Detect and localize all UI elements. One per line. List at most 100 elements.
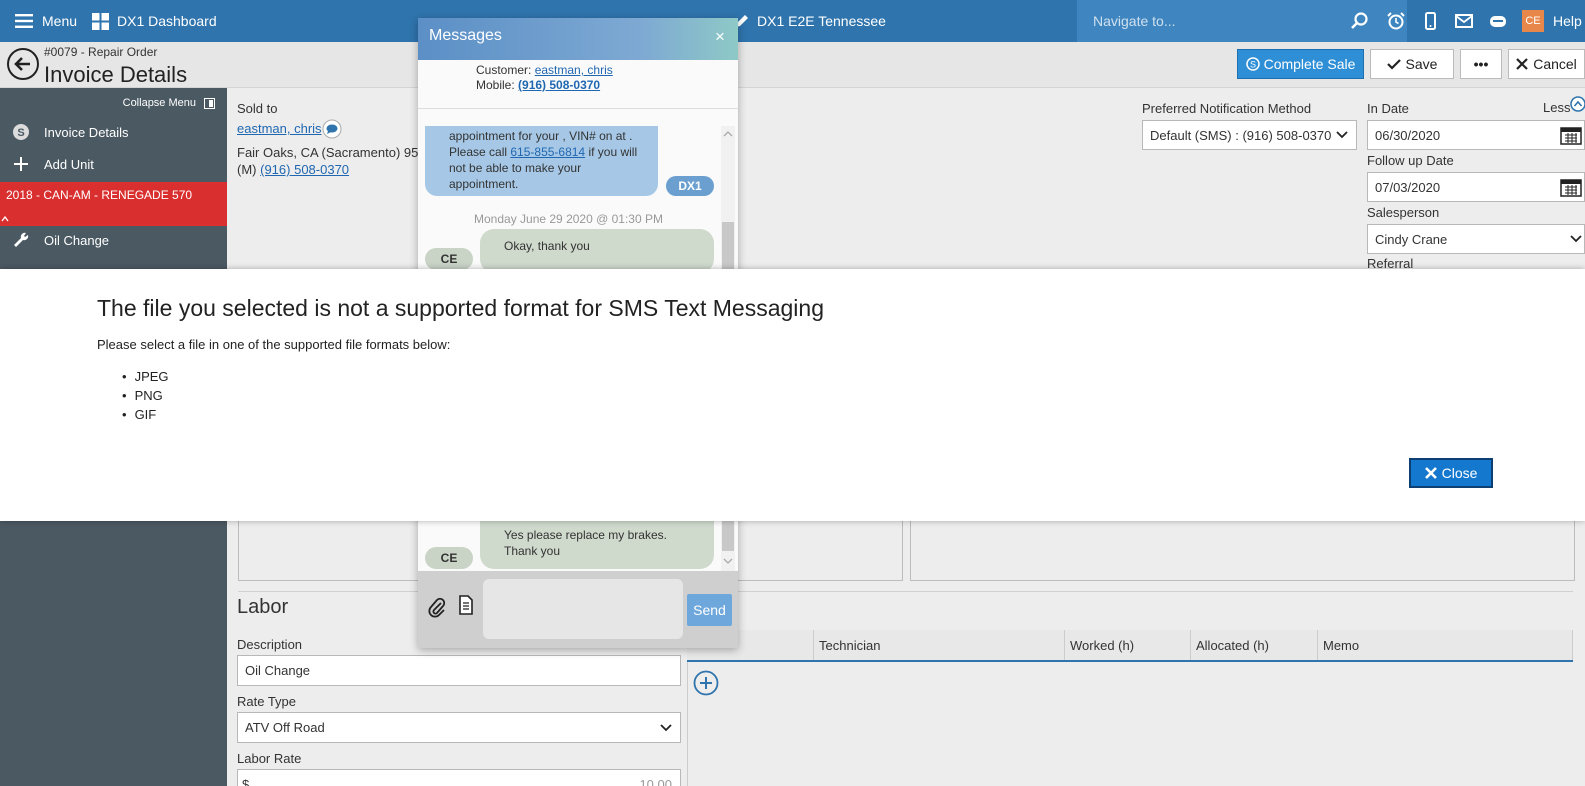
in-date-label: In Date (1367, 101, 1409, 116)
sidebar-item-label: Oil Change (44, 232, 110, 248)
labor-heading: Labor (237, 596, 289, 618)
paperclip-icon[interactable] (428, 596, 446, 618)
arrow-left-icon (14, 57, 30, 71)
messages-mobile-row: Mobile: (916) 508-0370 (476, 78, 600, 92)
mail-icon[interactable] (1454, 11, 1474, 31)
top-bar: Menu DX1 Dashboard DX1 E2E Tennessee CE … (0, 0, 1585, 42)
complete-sale-button[interactable]: S Complete Sale (1237, 49, 1364, 79)
salesperson-value: Cindy Crane (1375, 231, 1448, 247)
calendar-icon[interactable] (1560, 125, 1582, 145)
user-avatar[interactable]: CE (1522, 10, 1544, 32)
menu-button[interactable]: Menu (15, 0, 77, 42)
messages-customer-link[interactable]: eastman, chris (535, 63, 613, 77)
sidebar-item-oil-change[interactable]: Oil Change (0, 224, 227, 256)
document-icon[interactable] (458, 595, 474, 615)
message-phone-link[interactable]: 615-855-6814 (510, 145, 585, 159)
customer-phone-link[interactable]: (916) 508-0370 (260, 162, 349, 177)
in-date-input[interactable]: 06/30/2020 (1367, 120, 1585, 150)
grid-header-underline (687, 660, 1573, 662)
scrollbar-thumb[interactable] (722, 222, 734, 269)
message-text-row: Please call 615-855-6814 if you will (449, 144, 648, 160)
list-item: PNG (122, 386, 169, 405)
cancel-label: Cancel (1533, 56, 1577, 72)
navigate-box (1077, 0, 1407, 42)
phone-type: (M) (237, 162, 257, 177)
message-timestamp: Monday June 29 2020 @ 01:30 PM (474, 212, 663, 226)
scrollbar-thumb[interactable] (722, 521, 734, 551)
messages-scrollbar-top[interactable] (721, 126, 735, 269)
complete-sale-label: Complete Sale (1263, 56, 1356, 72)
followup-date-input[interactable]: 07/03/2020 (1367, 172, 1585, 202)
checkmark-icon (1386, 59, 1401, 70)
mobile-phone-icon[interactable] (1420, 11, 1440, 31)
dashboard-link[interactable]: DX1 Dashboard (92, 0, 217, 42)
dollar-circle-icon: S (13, 124, 29, 140)
sidebar-item-label: Add Unit (44, 156, 94, 172)
more-options-button[interactable]: ••• (1460, 49, 1502, 79)
messages-header: Messages × (418, 18, 738, 60)
close-x-icon (1516, 58, 1528, 70)
notification-method-select[interactable]: Default (SMS) : (916) 508-0370 (1142, 120, 1357, 150)
messages-mobile-label: Mobile: (476, 78, 515, 92)
send-button[interactable]: Send (687, 594, 732, 626)
sidebar-item-unit[interactable]: 2018 - CAN-AM - RENEGADE 570 (0, 182, 227, 226)
dialog-close-button[interactable]: Close (1409, 458, 1493, 488)
labor-description-label: Description (237, 637, 303, 652)
close-x-icon (1424, 467, 1437, 479)
alarm-clock-icon[interactable] (1386, 11, 1406, 31)
notes-box-right[interactable] (910, 521, 1575, 581)
save-label: Save (1405, 56, 1438, 72)
customer-phone-row: (M) (916) 508-0370 (237, 162, 349, 177)
messages-scrollbar-bottom[interactable] (721, 521, 735, 571)
chevron-up-circle-icon[interactable] (1570, 96, 1585, 112)
svg-text:S: S (1250, 60, 1256, 70)
chat-bubble-icon[interactable] (1488, 11, 1508, 31)
help-link[interactable]: Help (1553, 0, 1582, 42)
sidebar-item-invoice-details[interactable]: S Invoice Details (0, 116, 227, 148)
rate-type-select[interactable]: ATV Off Road (237, 712, 681, 743)
chevron-up-icon (1, 216, 9, 222)
search-icon[interactable] (1350, 11, 1370, 31)
salesperson-select[interactable]: Cindy Crane (1367, 224, 1585, 254)
navigate-input[interactable] (1093, 11, 1333, 31)
grid-header-allocated[interactable]: Allocated (h) (1191, 630, 1318, 660)
conversation-area-lower: Yes please replace my brakes. Thank you … (418, 521, 719, 571)
customer-name-link[interactable]: eastman, chris (237, 121, 322, 136)
sold-to-label: Sold to (237, 101, 278, 116)
sidebar-item-label: Invoice Details (44, 124, 129, 140)
rate-type-value: ATV Off Road (245, 720, 325, 735)
currency-symbol: $ (242, 777, 250, 786)
dialog-message: Please select a file in one of the suppo… (97, 337, 451, 352)
sidebar-item-add-unit[interactable]: Add Unit (0, 148, 227, 180)
message-compose-input[interactable] (483, 579, 683, 639)
wrench-icon (14, 232, 29, 247)
back-button[interactable] (7, 48, 39, 80)
list-item: GIF (122, 405, 169, 424)
grid-header-worked[interactable]: Worked (h) (1065, 630, 1191, 660)
in-date-value: 06/30/2020 (1375, 127, 1441, 143)
labor-rate-input[interactable]: $ 10.00 (237, 769, 681, 786)
labor-description-input[interactable]: Oil Change (237, 655, 681, 686)
messages-mobile-link[interactable]: (916) 508-0370 (518, 78, 600, 92)
divider (418, 108, 738, 109)
less-toggle[interactable]: Less (1543, 100, 1570, 115)
cancel-button[interactable]: Cancel (1508, 49, 1585, 79)
dealership-selector[interactable]: DX1 E2E Tennessee (735, 0, 886, 42)
ce-sender-tag: CE (425, 248, 473, 269)
notification-method-value: Default (SMS) : (916) 508-0370 (1150, 127, 1332, 143)
chevron-down-icon (660, 724, 672, 732)
message-text: not be able to make your (449, 161, 582, 175)
chat-bubble-icon[interactable] (322, 119, 342, 139)
followup-date-label: Follow up Date (1367, 153, 1454, 168)
chevron-down-icon (1336, 131, 1348, 139)
add-labor-icon[interactable] (693, 670, 719, 696)
close-icon[interactable]: × (715, 27, 725, 47)
dashboard-grid-icon (92, 12, 109, 30)
grid-header-memo[interactable]: Memo (1318, 630, 1573, 660)
grid-header-technician[interactable]: Technician (814, 630, 1065, 660)
list-item: JPEG (122, 367, 169, 386)
labor-rate-label: Labor Rate (237, 751, 302, 766)
calendar-icon[interactable] (1560, 177, 1582, 197)
collapse-menu-button[interactable]: Collapse Menu (0, 91, 227, 115)
save-button[interactable]: Save (1370, 49, 1454, 79)
